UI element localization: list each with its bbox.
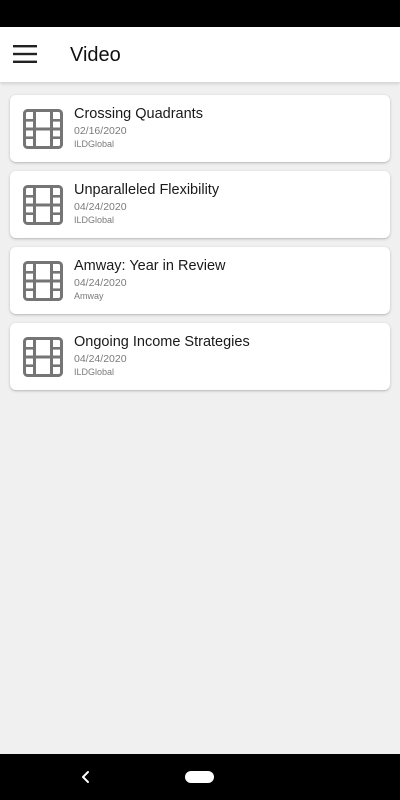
video-card-text: Unparalleled Flexibility 04/24/2020 ILDG…	[74, 181, 380, 226]
video-card-text: Crossing Quadrants 02/16/2020 ILDGlobal	[74, 105, 380, 150]
video-card-text: Amway: Year in Review 04/24/2020 Amway	[74, 257, 380, 302]
video-date: 04/24/2020	[74, 277, 127, 289]
menu-button[interactable]	[8, 37, 42, 71]
video-card-text: Ongoing Income Strategies 04/24/2020 ILD…	[74, 333, 380, 378]
video-title: Unparalleled Flexibility	[74, 182, 220, 198]
video-source: Amway	[74, 291, 104, 301]
status-bar	[0, 0, 400, 27]
video-content: Crossing Quadrants 02/16/2020 ILDGlobal	[0, 82, 400, 754]
video-date: 04/24/2020	[74, 201, 127, 213]
film-icon	[23, 337, 63, 377]
video-date: 02/16/2020	[74, 125, 127, 137]
page-title: Video	[70, 44, 121, 66]
video-source: ILDGlobal	[74, 215, 115, 225]
video-title: Amway: Year in Review	[74, 258, 226, 274]
back-button[interactable]	[76, 765, 96, 789]
home-pill-icon[interactable]	[185, 771, 214, 783]
system-navigation-bar	[0, 754, 400, 800]
video-card-ongoing-income-strategies[interactable]: Ongoing Income Strategies 04/24/2020 ILD…	[10, 323, 390, 390]
film-icon	[23, 261, 63, 301]
video-date: 04/24/2020	[74, 353, 127, 365]
video-title: Ongoing Income Strategies	[74, 334, 250, 350]
video-source: ILDGlobal	[74, 139, 115, 149]
back-chevron-icon	[82, 771, 89, 783]
video-title: Crossing Quadrants	[74, 106, 203, 122]
film-icon	[23, 185, 63, 225]
video-card-crossing-quadrants[interactable]: Crossing Quadrants 02/16/2020 ILDGlobal	[10, 95, 390, 162]
film-icon	[23, 109, 63, 149]
video-card-unparalleled-flexibility[interactable]: Unparalleled Flexibility 04/24/2020 ILDG…	[10, 171, 390, 238]
video-source: ILDGlobal	[74, 367, 115, 377]
app-bar: Video	[0, 27, 400, 82]
video-list: Crossing Quadrants 02/16/2020 ILDGlobal	[0, 82, 400, 390]
hamburger-menu-icon	[13, 45, 37, 63]
video-card-amway-year-in-review[interactable]: Amway: Year in Review 04/24/2020 Amway	[10, 247, 390, 314]
